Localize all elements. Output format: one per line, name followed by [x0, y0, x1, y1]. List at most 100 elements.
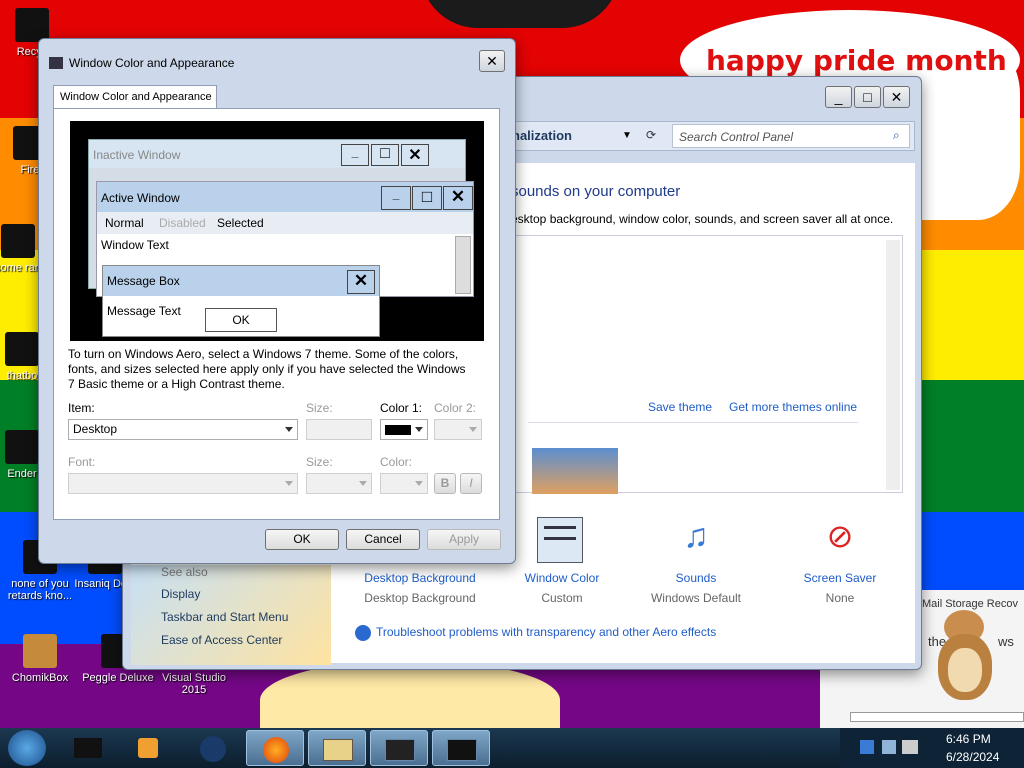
refresh-icon[interactable]: ⟳ [646, 128, 656, 142]
preview-menubar: Normal Disabled Selected [97, 212, 473, 234]
color1-label: Color 1: [380, 401, 423, 415]
color1-picker[interactable] [380, 419, 428, 440]
preview-message-box: Message Box ✕ Message Text OK [102, 265, 380, 337]
item-subtitle: Windows Default [650, 591, 742, 605]
font-color-label: Color: [380, 455, 413, 469]
item-subtitle: Desktop Background [364, 591, 476, 605]
recycle-bin-icon [15, 8, 49, 42]
chevron-down-icon [469, 427, 477, 432]
page-heading: sounds on your computer [511, 183, 681, 200]
screen-saver-item[interactable]: ⊘ Screen Saver None [785, 513, 895, 613]
dialog-close-button[interactable]: ✕ [479, 50, 505, 72]
clock-date[interactable]: 6/28/2024 [946, 750, 999, 764]
shortcut-icon [1, 224, 35, 258]
desktop-background-item[interactable]: Desktop Background Desktop Background [351, 563, 489, 613]
item-select-value: Desktop [73, 422, 118, 436]
font-size-select[interactable] [306, 473, 372, 494]
theme-list-scrollbar[interactable] [886, 240, 900, 490]
clock-time[interactable]: 6:46 PM [946, 732, 991, 746]
chevron-down-icon [415, 427, 423, 432]
troubleshoot-link[interactable]: Troubleshoot problems with transparency … [376, 625, 716, 639]
item-title: Screen Saver [803, 571, 877, 585]
sidebar-link-taskbar[interactable]: Taskbar and Start Menu [161, 610, 288, 624]
sounds-item[interactable]: ♫ Sounds Windows Default [641, 513, 751, 613]
tray-icon[interactable] [860, 740, 874, 754]
size-label: Size: [306, 401, 333, 415]
taskbar-app-control-panel[interactable] [370, 730, 428, 766]
size-spinner[interactable] [306, 419, 372, 440]
screen-saver-icon: ⊘ [826, 518, 854, 554]
save-theme-link[interactable]: Save theme [648, 400, 712, 414]
item-subtitle: None [825, 591, 855, 605]
menu-normal: Normal [105, 216, 144, 230]
msgbox-text: Message Text [107, 304, 181, 318]
taskbar-app-firefox[interactable] [246, 730, 304, 766]
taskbar-app-display[interactable] [432, 730, 490, 766]
background-text-2: ws [998, 634, 1014, 649]
theme-thumbnail[interactable] [532, 448, 618, 494]
item-title: Sounds [675, 571, 717, 585]
item-label: Item: [68, 401, 95, 415]
sidebar-link-display[interactable]: Display [161, 587, 200, 601]
breadcrumb[interactable]: nalization [512, 128, 572, 143]
bold-toggle[interactable]: B [434, 473, 456, 494]
chevron-down-icon [415, 481, 423, 486]
start-button[interactable] [8, 730, 46, 766]
taskbar-app-media-player[interactable] [120, 730, 178, 766]
network-icon[interactable] [882, 740, 896, 754]
sidebar-panel: See also Display Taskbar and Start Menu … [131, 565, 331, 665]
active-title: Active Window [101, 191, 180, 205]
search-icon[interactable]: ⌕ [893, 128, 900, 143]
close-button[interactable]: ✕ [883, 86, 910, 108]
font-label: Font: [68, 455, 96, 469]
taskbar-app-3[interactable] [184, 730, 242, 766]
maximize-button[interactable]: □ [854, 86, 881, 108]
pride-banner-text: happy pride month [706, 44, 1007, 77]
font-select[interactable] [68, 473, 298, 494]
item-subtitle: Custom [541, 591, 583, 605]
desktop-icon-label: ChomikBox [11, 672, 69, 684]
chomikbox-icon [23, 634, 57, 668]
search-input[interactable]: Search Control Panel ⌕ [672, 124, 910, 148]
color2-picker[interactable] [434, 419, 482, 440]
italic-toggle[interactable]: I [460, 473, 482, 494]
breadcrumb-dropdown-icon[interactable]: ▼ [622, 130, 632, 141]
color1-swatch [385, 425, 411, 435]
minimize-button[interactable]: _ [825, 86, 852, 108]
dialog-app-icon [49, 57, 63, 69]
taskbar: 6:46 PM 6/28/2024 [0, 728, 1024, 768]
font-color-picker[interactable] [380, 473, 428, 494]
shortcut-icon [5, 332, 39, 366]
preview-window-text: Window Text [101, 238, 169, 252]
taskbar-app-1[interactable] [60, 730, 118, 766]
taskbar-app-explorer[interactable] [308, 730, 366, 766]
search-placeholder: Search Control Panel [679, 130, 794, 144]
inactive-title: Inactive Window [93, 148, 181, 162]
menu-disabled: Disabled [159, 216, 206, 230]
window-color-icon [537, 517, 583, 563]
window-color-item[interactable]: Window Color Custom [511, 513, 613, 613]
sidebar-link-ease-of-access[interactable]: Ease of Access Center [161, 633, 282, 647]
color2-label: Color 2: [434, 401, 477, 415]
theme-list[interactable]: Save theme Get more themes online [511, 235, 903, 494]
help-icon [355, 625, 371, 641]
tab-window-color[interactable]: Window Color and Appearance [53, 85, 217, 109]
dialog-title: Window Color and Appearance [69, 56, 235, 70]
hamster-icon [930, 604, 1000, 704]
appearance-preview[interactable]: Inactive Window _ □ ✕ Active Window _ □ … [70, 121, 484, 341]
volume-icon[interactable] [902, 740, 918, 754]
desktop-icon-chomikbox[interactable]: ChomikBox [0, 634, 80, 684]
ok-button[interactable]: OK [265, 529, 339, 550]
preview-scrollbar [455, 236, 471, 294]
item-title: Desktop Background [364, 571, 476, 585]
get-more-themes-link[interactable]: Get more themes online [729, 400, 857, 414]
window-color-dialog: Window Color and Appearance ✕ Window Col… [38, 38, 516, 564]
apply-button[interactable]: Apply [427, 529, 501, 550]
item-select[interactable]: Desktop [68, 419, 298, 440]
sounds-icon: ♫ [683, 517, 709, 555]
system-tray: 6:46 PM 6/28/2024 [840, 728, 1024, 768]
see-also-label: See also [161, 565, 208, 579]
menu-selected: Selected [217, 216, 264, 230]
shortcut-icon [5, 430, 39, 464]
cancel-button[interactable]: Cancel [346, 529, 420, 550]
